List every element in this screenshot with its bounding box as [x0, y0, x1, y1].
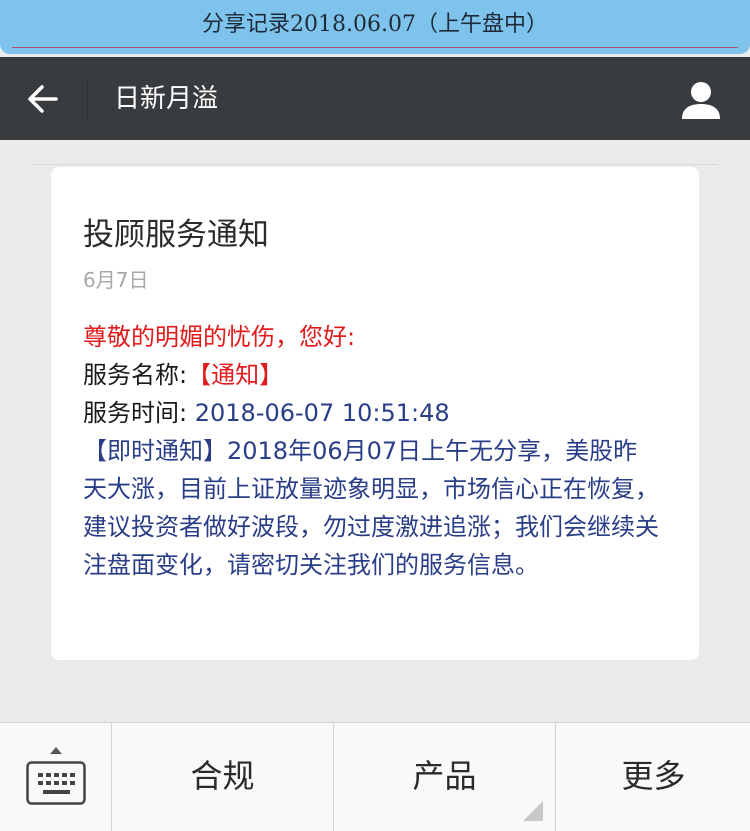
arrow-left-icon: [28, 85, 58, 113]
caret-up-icon: [50, 747, 62, 754]
greeting-text: 尊敬的明媚的忧伤，您好:: [83, 323, 356, 351]
nav-bar: 日新月溢: [0, 57, 750, 140]
caption-underline: [12, 47, 738, 48]
menu-products-label: 产品: [412, 757, 477, 795]
service-name-row: 服务名称:【通知】: [83, 358, 283, 392]
keyboard-toggle-button[interactable]: [0, 723, 111, 831]
caption-banner: 分享记录2018.06.07（上午盘中）: [0, 0, 750, 54]
service-time-label: 服务时间:: [83, 399, 188, 427]
message-date: 6月7日: [83, 268, 149, 292]
service-name-label: 服务名称:: [83, 361, 188, 389]
service-name-value: 【通知】: [187, 361, 284, 389]
person-icon: [682, 82, 720, 119]
back-button[interactable]: [18, 75, 66, 123]
service-time-row: 服务时间: 2018-06-07 10:51:48: [83, 396, 450, 430]
profile-button[interactable]: [678, 77, 724, 123]
service-time-value: 2018-06-07 10:51:48: [194, 399, 450, 427]
content-divider: [32, 164, 718, 165]
message-card[interactable]: 投顾服务通知 6月7日 尊敬的明媚的忧伤，您好: 服务名称:【通知】 服务时间:…: [51, 167, 699, 660]
keyboard-icon: [26, 761, 86, 805]
menu-more[interactable]: 更多: [555, 723, 750, 831]
menu-compliance[interactable]: 合规: [111, 723, 333, 831]
account-name: 日新月溢: [114, 84, 219, 114]
message-title: 投顾服务通知: [83, 217, 269, 253]
submenu-indicator-icon: [523, 801, 543, 821]
caption-title: 分享记录2018.06.07（上午盘中）: [202, 12, 548, 37]
bottom-menu: 合规 产品 更多: [0, 722, 750, 831]
nav-divider: [87, 79, 88, 119]
notice-body: 【即时通知】2018年06月07日上午无分享，美股昨天大涨，目前上证放量迹象明显…: [83, 437, 659, 579]
menu-products[interactable]: 产品: [333, 723, 555, 831]
